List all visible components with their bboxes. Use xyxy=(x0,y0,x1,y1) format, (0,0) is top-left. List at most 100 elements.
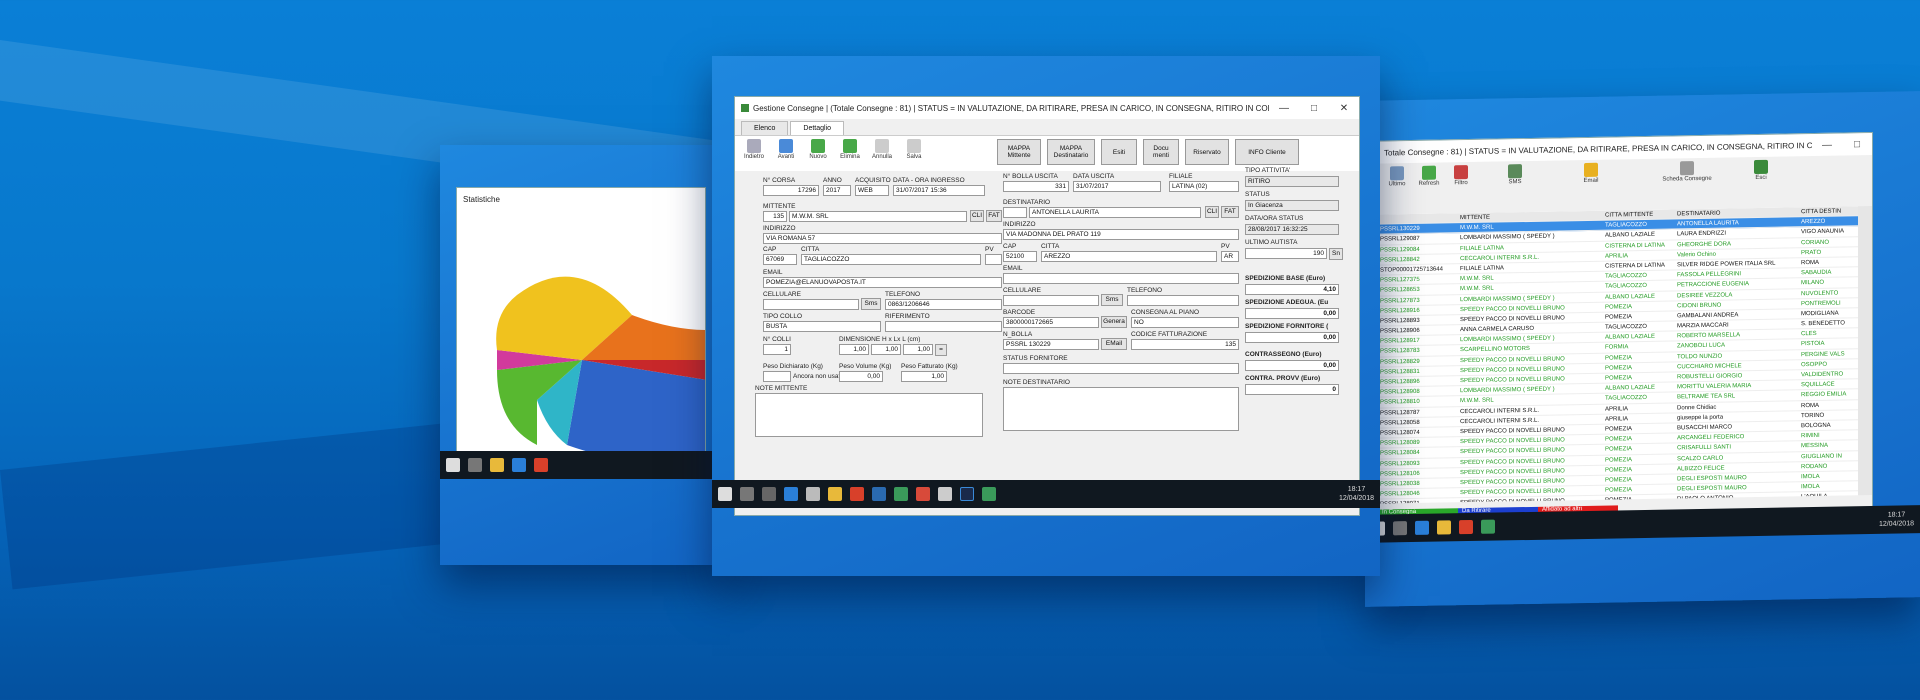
column-header[interactable] xyxy=(1378,213,1458,224)
contra-provv-field[interactable]: 0 xyxy=(1245,384,1339,395)
destinatario-field[interactable]: ANTONELLA LAURITA xyxy=(1029,207,1201,218)
riferimento-field[interactable] xyxy=(885,321,1002,332)
info-cliente-button[interactable]: INFO Cliente xyxy=(1235,139,1299,165)
codice-fatturazione-field[interactable]: 135 xyxy=(1131,339,1239,350)
consegne-grid[interactable]: MITTENTE CITTA MITTENTE DESTINATARIO CIT… xyxy=(1378,206,1858,504)
cellulare-field[interactable] xyxy=(763,299,859,310)
sms-button[interactable]: Sms xyxy=(1101,294,1123,306)
delete-button[interactable]: Elimina xyxy=(837,139,863,160)
maximize-icon[interactable]: □ xyxy=(1842,138,1872,150)
windows-start-icon[interactable] xyxy=(446,458,460,472)
minimize-icon[interactable]: — xyxy=(1812,139,1842,151)
spedizione-base-field[interactable]: 4,10 xyxy=(1245,284,1339,295)
cancel-button[interactable]: Annulla xyxy=(869,139,895,160)
tipo-collo-select[interactable]: BUSTA xyxy=(763,321,881,332)
indirizzo-dest-field[interactable]: VIA MADONNA DEL PRATO 119 xyxy=(1003,229,1239,240)
telefono-field[interactable]: 0863/1206646 xyxy=(885,299,1002,310)
back-button[interactable]: Indietro xyxy=(741,139,767,160)
folder-icon[interactable] xyxy=(828,487,842,501)
barcode-field[interactable]: 3800000172665 xyxy=(1003,317,1099,328)
edge-icon[interactable] xyxy=(512,458,526,472)
contrassegno-field[interactable]: 0,00 xyxy=(1245,360,1339,371)
data-ingresso-field[interactable]: 31/07/2017 15:36 xyxy=(893,185,985,196)
pv-field[interactable] xyxy=(985,254,1002,265)
sms-button[interactable]: SMS xyxy=(1480,164,1550,186)
n-corsa-field[interactable]: 17296 xyxy=(763,185,819,196)
documenti-button[interactable]: Docu menti xyxy=(1143,139,1179,165)
exit-button[interactable]: Esci xyxy=(1748,159,1774,181)
close-icon[interactable]: ✕ xyxy=(1329,103,1359,114)
chrome-icon[interactable] xyxy=(534,458,548,472)
filiale-select[interactable]: LATINA (02) xyxy=(1169,181,1239,192)
pv-dest-field[interactable]: AR xyxy=(1221,251,1239,262)
folder-icon[interactable] xyxy=(490,458,504,472)
anno-field[interactable]: 2017 xyxy=(823,185,851,196)
telefono-dest-field[interactable] xyxy=(1127,295,1239,306)
app-icon[interactable] xyxy=(894,487,908,501)
fat-button[interactable]: FAT xyxy=(986,210,1002,222)
n-colli-field[interactable]: 1 xyxy=(763,344,791,355)
spedizione-fornitore-field[interactable]: 0,00 xyxy=(1245,332,1339,343)
refresh-button[interactable]: Refresh xyxy=(1416,165,1442,187)
equals-button[interactable]: = xyxy=(935,344,947,356)
filter-button[interactable]: Filtro xyxy=(1448,165,1474,186)
app-icon[interactable] xyxy=(982,487,996,501)
app-icon[interactable] xyxy=(916,487,930,501)
note-mittente-textarea[interactable] xyxy=(755,393,983,437)
acquisito-field[interactable]: WEB xyxy=(855,185,889,196)
bolla-uscita-field[interactable]: 331 xyxy=(1003,181,1069,192)
app-icon[interactable] xyxy=(1481,519,1495,534)
sms-button[interactable]: Sms xyxy=(861,298,881,310)
minimize-icon[interactable]: — xyxy=(1269,103,1299,114)
app-icon[interactable] xyxy=(872,487,886,501)
consegna-piano-select[interactable]: NO xyxy=(1131,317,1239,328)
peso-dichiarato-field[interactable] xyxy=(763,371,791,382)
scheda-consegne-button[interactable]: Scheda Consegne xyxy=(1632,160,1742,183)
email-field[interactable]: POMEZIA@ELANUOVAPOSTA.IT xyxy=(763,277,1002,288)
email-button[interactable]: EMail xyxy=(1101,338,1127,350)
n-bolla-field[interactable]: PSSRL 130229 xyxy=(1003,339,1099,350)
riservato-button[interactable]: Riservato xyxy=(1185,139,1229,165)
cap-field[interactable]: 67069 xyxy=(763,254,797,265)
dim-h-field[interactable]: 1,00 xyxy=(839,344,869,355)
note-destinatario-textarea[interactable] xyxy=(1003,387,1239,431)
destinatario-code-field[interactable] xyxy=(1003,207,1027,218)
indirizzo-field[interactable]: VIA ROMANA 57 xyxy=(763,233,1002,244)
tab-elenco[interactable]: Elenco xyxy=(741,121,789,135)
peso-volume-field[interactable]: 0,00 xyxy=(839,371,883,382)
mittente-field[interactable]: M.W.M. SRL xyxy=(789,211,967,222)
fat-button[interactable]: FAT xyxy=(1221,206,1239,218)
dim-w-field[interactable]: 1,00 xyxy=(903,344,933,355)
cap-dest-field[interactable]: 52100 xyxy=(1003,251,1037,262)
save-button[interactable]: Salva xyxy=(901,139,927,160)
esiti-button[interactable]: Esiti xyxy=(1101,139,1137,165)
status-fornitore-field[interactable] xyxy=(1003,363,1239,374)
email-dest-field[interactable] xyxy=(1003,273,1239,284)
column-header[interactable]: CITTA MITTENTE xyxy=(1603,209,1675,219)
windows-start-icon[interactable] xyxy=(718,487,732,501)
data-uscita-field[interactable]: 31/07/2017 xyxy=(1073,181,1161,192)
mittente-code-field[interactable]: 135 xyxy=(763,211,787,222)
cli-button[interactable]: CLI xyxy=(970,210,984,222)
mappa-destinatario-button[interactable]: MAPPA Destinatario xyxy=(1047,139,1095,165)
peso-fatturato-field[interactable]: 1,00 xyxy=(901,371,947,382)
citta-dest-field[interactable]: AREZZO xyxy=(1041,251,1217,262)
search-icon[interactable] xyxy=(468,458,482,472)
chrome-icon[interactable] xyxy=(850,487,864,501)
app-icon[interactable] xyxy=(938,487,952,501)
spedizione-adegua-field[interactable]: 0,00 xyxy=(1245,308,1339,319)
task-view-icon[interactable] xyxy=(762,487,776,501)
maximize-icon[interactable]: □ xyxy=(1299,103,1329,114)
search-icon[interactable] xyxy=(1393,521,1407,536)
cli-button[interactable]: CLI xyxy=(1205,206,1219,218)
mappa-mittente-button[interactable]: MAPPA Mittente xyxy=(997,139,1041,165)
last-button[interactable]: Ultimo xyxy=(1384,166,1410,187)
email-button[interactable]: Email xyxy=(1556,162,1626,184)
photoshop-icon[interactable] xyxy=(960,487,974,501)
sn-button[interactable]: Sn xyxy=(1329,248,1343,260)
search-icon[interactable] xyxy=(740,487,754,501)
folder-icon[interactable] xyxy=(1437,520,1451,535)
chrome-icon[interactable] xyxy=(1459,519,1473,535)
genera-button[interactable]: Genera xyxy=(1101,316,1127,328)
new-button[interactable]: Nuovo xyxy=(805,139,831,160)
